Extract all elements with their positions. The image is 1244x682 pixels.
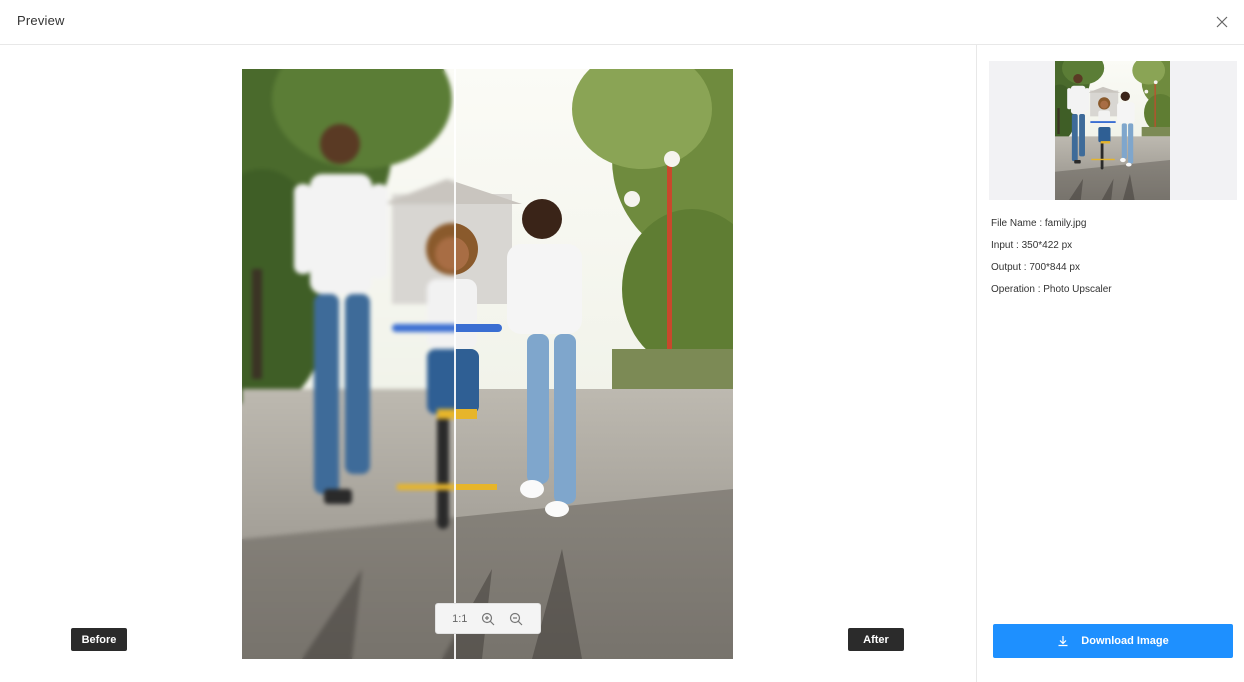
zoom-in-icon	[481, 612, 495, 625]
compare-image[interactable]	[242, 69, 733, 659]
before-label: Before	[71, 628, 127, 651]
file-name-text: File Name : family.jpg	[991, 218, 1087, 229]
thumbnail-container	[989, 61, 1237, 200]
close-button[interactable]	[1210, 11, 1234, 33]
after-label: After	[848, 628, 904, 651]
operation-text: Operation : Photo Upscaler	[991, 284, 1112, 295]
preview-stage: 1:1 Before After	[0, 45, 976, 682]
close-icon	[1216, 16, 1228, 28]
result-thumbnail	[1055, 61, 1170, 200]
zoom-out-icon	[509, 612, 523, 625]
zoom-toolbar: 1:1	[435, 603, 541, 634]
download-icon	[1058, 636, 1068, 647]
zoom-in-button[interactable]	[480, 611, 496, 627]
zoom-out-button[interactable]	[508, 611, 524, 627]
compare-split-handle[interactable]	[454, 69, 456, 659]
input-size-text: Input : 350*422 px	[991, 240, 1073, 251]
zoom-reset-button[interactable]: 1:1	[452, 613, 467, 625]
details-panel: File Name : family.jpg Input : 350*422 p…	[977, 45, 1244, 682]
download-button[interactable]: Download Image	[993, 624, 1233, 658]
dialog-header: Preview	[0, 0, 1244, 45]
output-size-text: Output : 700*844 px	[991, 262, 1080, 273]
dialog-title: Preview	[17, 13, 65, 28]
download-label: Download Image	[1081, 635, 1169, 647]
file-info: File Name : family.jpg Input : 350*422 p…	[991, 217, 1112, 305]
